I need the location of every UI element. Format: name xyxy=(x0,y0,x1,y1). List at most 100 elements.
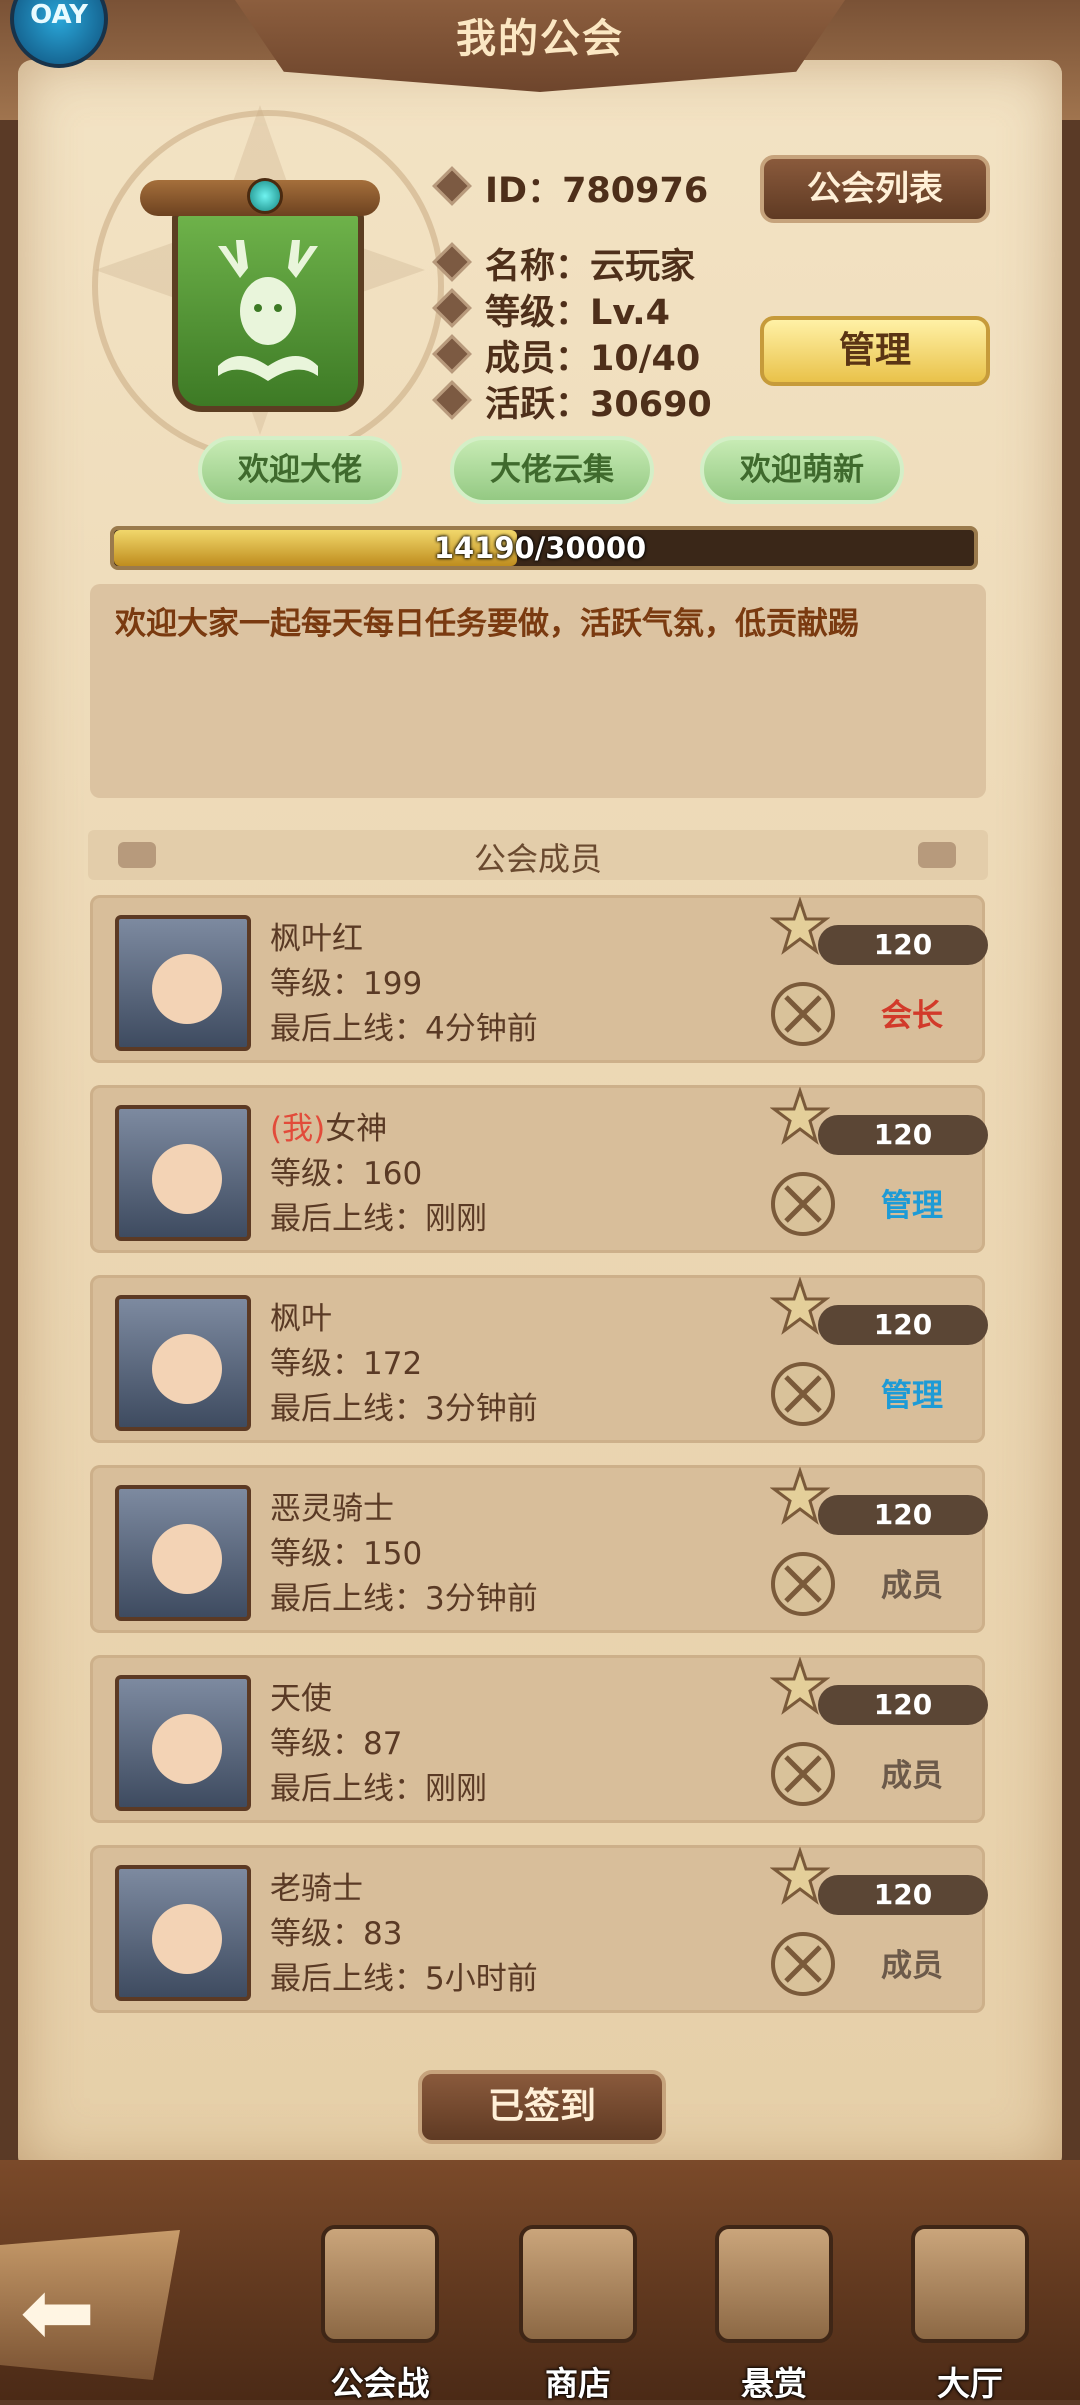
member-level: 等级：172 xyxy=(270,1346,423,1382)
guild-members-value: 10/40 xyxy=(590,339,701,379)
guild-name: 名称：云玩家 xyxy=(485,238,695,289)
guild-members-count: 成员：10/40 xyxy=(485,330,700,381)
member-last-online: 最后上线：刚刚 xyxy=(270,1771,487,1807)
nav-label: 悬赏 xyxy=(741,2364,807,2403)
avatar-face-icon xyxy=(152,1904,222,1974)
guild-tag[interactable]: 欢迎大佬 xyxy=(198,436,402,504)
members-title: 公会成员 xyxy=(473,840,602,878)
guild-name-value: 云玩家 xyxy=(590,247,696,287)
emblem-gem-icon xyxy=(247,178,283,214)
member-name: 枫叶红 xyxy=(270,913,363,958)
member-avatar[interactable] xyxy=(115,915,251,1051)
nav-bounty[interactable]: 悬赏 xyxy=(694,2225,854,2405)
nav-hall[interactable]: 大厅 xyxy=(890,2225,1050,2405)
crossed-swords-icon xyxy=(771,1932,835,1996)
helmet-icon xyxy=(321,2225,439,2343)
guild-tag[interactable]: 欢迎萌新 xyxy=(700,436,904,504)
crest-star-icon xyxy=(770,897,830,955)
guild-activity-label: 活跃： xyxy=(485,385,591,425)
member-level: 等级：83 xyxy=(270,1916,403,1952)
page-title: 我的公会 xyxy=(456,16,624,62)
guild-activity: 活跃：30690 xyxy=(485,376,712,427)
me-tag: (我) xyxy=(270,1111,326,1147)
avatar-face-icon xyxy=(152,1524,222,1594)
guild-exp-text: 14190/30000 xyxy=(433,531,647,565)
nav-label: 大厅 xyxy=(937,2364,1003,2403)
crossed-swords-icon xyxy=(771,1552,835,1616)
member-role: 成员 xyxy=(881,1568,943,1604)
member-name-text: 恶灵骑士 xyxy=(270,1491,394,1527)
nav-guild-war[interactable]: 公会战 xyxy=(300,2225,460,2405)
crest-star-icon xyxy=(770,1467,830,1525)
member-name-text: 天使 xyxy=(270,1681,332,1717)
member-power: 120 xyxy=(818,925,988,965)
member-role: 成员 xyxy=(881,1758,943,1794)
shop-icon xyxy=(519,2225,637,2343)
guild-tag[interactable]: 大佬云集 xyxy=(450,436,654,504)
deer-icon xyxy=(218,240,318,381)
member-last-online: 最后上线：3分钟前 xyxy=(270,1391,538,1427)
guild-members-label: 成员： xyxy=(485,339,591,379)
guild-id-value: 780976 xyxy=(562,171,709,211)
member-avatar[interactable] xyxy=(115,1675,251,1811)
member-last-online: 最后上线：刚刚 xyxy=(270,1201,487,1237)
member-name: 恶灵骑士 xyxy=(270,1483,394,1528)
guild-activity-value: 30690 xyxy=(590,385,712,425)
member-avatar[interactable] xyxy=(115,1105,251,1241)
back-arrow-icon: ⬅ xyxy=(20,2260,96,2365)
guild-notice-text: 欢迎大家一起每天每日任务要做，活跃气氛，低贡献踢 xyxy=(115,606,859,642)
nav-shop[interactable]: 商店 xyxy=(498,2225,658,2405)
member-power: 120 xyxy=(818,1495,988,1535)
member-name: 老骑士 xyxy=(270,1863,363,1908)
nav-label: 公会战 xyxy=(330,2364,430,2403)
hall-banner-icon xyxy=(911,2225,1029,2343)
member-role: 管理 xyxy=(881,1378,943,1414)
avatar-face-icon xyxy=(152,954,222,1024)
crossed-swords-icon xyxy=(771,1742,835,1806)
member-name-text: 枫叶红 xyxy=(270,921,363,957)
member-name-text: 枫叶 xyxy=(270,1301,332,1337)
avatar-face-icon xyxy=(152,1334,222,1404)
manage-button[interactable]: 管理 xyxy=(760,316,990,386)
member-power: 120 xyxy=(818,1685,988,1725)
member-last-online: 最后上线：3分钟前 xyxy=(270,1581,538,1617)
guild-level: 等级：Lv.4 xyxy=(485,284,670,335)
member-level: 等级：160 xyxy=(270,1156,423,1192)
corner-badge-label: OAY xyxy=(30,0,88,30)
member-level: 等级：87 xyxy=(270,1726,403,1762)
crest-star-icon xyxy=(770,1277,830,1335)
guild-id: ID：780976 xyxy=(485,162,708,213)
member-power: 120 xyxy=(818,1305,988,1345)
member-last-online: 最后上线：5小时前 xyxy=(270,1961,538,1997)
guild-level-label: 等级： xyxy=(485,293,591,333)
crest-star-icon xyxy=(770,1657,830,1715)
member-role: 成员 xyxy=(881,1948,943,1984)
nav-label: 商店 xyxy=(545,2364,611,2403)
member-name: 天使 xyxy=(270,1673,332,1718)
crossed-swords-icon xyxy=(771,982,835,1046)
member-avatar[interactable] xyxy=(115,1865,251,2001)
member-last-online: 最后上线：4分钟前 xyxy=(270,1011,538,1047)
signed-in-button[interactable]: 已签到 xyxy=(418,2070,666,2144)
member-avatar[interactable] xyxy=(115,1485,251,1621)
crest-star-icon xyxy=(770,1087,830,1145)
avatar-face-icon xyxy=(152,1144,222,1214)
member-avatar[interactable] xyxy=(115,1295,251,1431)
guild-name-label: 名称： xyxy=(485,247,591,287)
member-level: 等级：199 xyxy=(270,966,423,1002)
member-role: 管理 xyxy=(881,1188,943,1224)
member-power: 120 xyxy=(818,1875,988,1915)
bounty-scroll-icon xyxy=(715,2225,833,2343)
member-power: 120 xyxy=(818,1115,988,1155)
guild-level-value: Lv.4 xyxy=(590,293,670,333)
crossed-swords-icon xyxy=(771,1362,835,1426)
member-name: (我)女神 xyxy=(270,1103,387,1148)
member-name-text: 老骑士 xyxy=(270,1871,363,1907)
crest-star-icon xyxy=(770,1847,830,1905)
guild-emblem-icon xyxy=(172,210,364,412)
guild-list-button[interactable]: 公会列表 xyxy=(760,155,990,223)
crossed-swords-icon xyxy=(771,1172,835,1236)
avatar-face-icon xyxy=(152,1714,222,1784)
member-level: 等级：150 xyxy=(270,1536,423,1572)
member-role: 会长 xyxy=(881,998,943,1034)
